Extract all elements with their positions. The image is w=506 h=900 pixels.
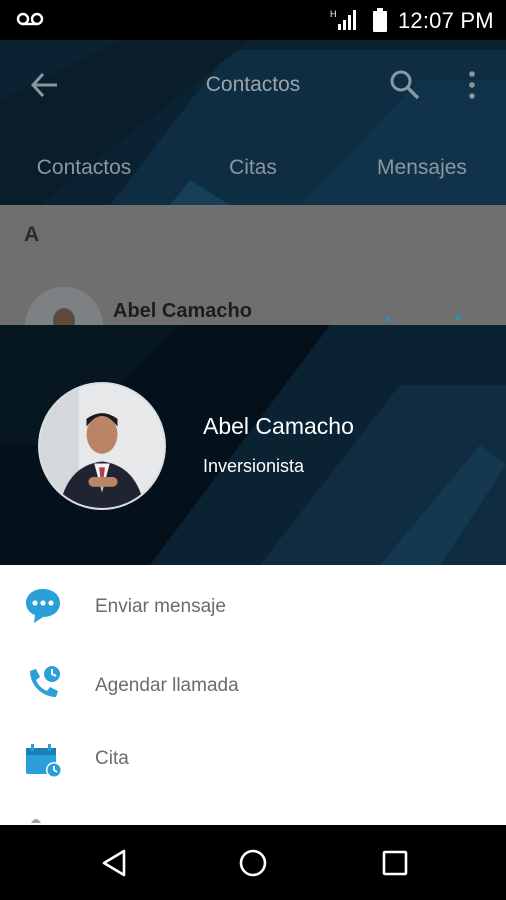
appointment-label: Cita [95,748,129,769]
battery-icon [373,8,387,32]
contact-list: A Abel Camacho [0,205,506,330]
voicemail-icon [16,12,44,26]
avatar[interactable] [25,287,103,330]
send-message-action[interactable]: Enviar mensaje [0,565,506,641]
search-icon[interactable] [388,68,422,102]
list-item-name[interactable]: Abel Camacho [113,300,252,323]
contact-avatar[interactable] [38,382,166,510]
status-time: 12:07 PM [398,8,494,33]
system-navigation-bar [0,825,506,900]
page-title: Contactos [205,73,301,96]
phone-clock-icon [30,666,60,697]
schedule-call-action[interactable]: Agendar llamada [0,643,506,719]
signal-icon: H [330,9,356,30]
status-bar: H 12:07 PM [0,0,506,40]
appointment-action[interactable]: Cita [0,720,506,796]
chat-bubble-icon [26,589,60,623]
contact-photo-icon [40,384,164,508]
tab-citas[interactable]: Citas [169,156,337,180]
decorative-dot [386,317,391,322]
contact-name: Abel Camacho [203,413,354,439]
section-header: A [24,223,40,246]
nav-home-icon[interactable] [237,847,269,879]
nav-back-icon[interactable] [98,847,130,879]
schedule-call-label: Agendar llamada [95,675,239,696]
action-list: Enviar mensaje Agendar llamada Cita [0,565,506,825]
sheet-header: Abel Camacho Inversionista [0,325,506,565]
calendar-clock-icon [26,744,62,778]
tab-mensajes[interactable]: Mensajes [338,156,506,180]
contact-role: Inversionista [203,456,305,476]
decorative-dot [456,315,461,320]
app-header: Contactos Contactos Citas Mensajes [0,40,506,205]
contact-bottom-sheet: Abel Camacho Inversionista Enviar mensaj… [0,325,506,825]
nav-recents-icon[interactable] [380,848,410,878]
tab-bar: Contactos Citas Mensajes [0,148,506,203]
network-type-label: H [330,9,337,19]
more-vert-icon[interactable] [460,68,484,102]
contact-photo-icon [25,287,103,330]
partially-hidden-icon [31,819,41,823]
tab-contactos[interactable]: Contactos [0,156,168,180]
send-message-label: Enviar mensaje [95,596,226,617]
